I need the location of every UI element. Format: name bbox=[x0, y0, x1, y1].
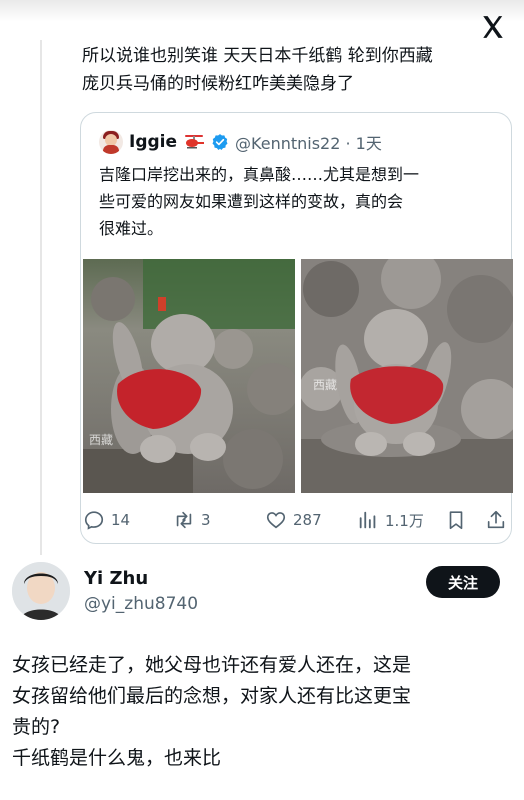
x-logo-icon[interactable] bbox=[480, 14, 506, 40]
reply-button[interactable]: 14 bbox=[83, 505, 130, 535]
user-name[interactable]: Yi Zhu bbox=[84, 568, 148, 589]
helicopter-icon bbox=[185, 135, 205, 149]
views-button[interactable]: 1.1万 bbox=[357, 505, 424, 535]
retweet-button[interactable]: 3 bbox=[173, 505, 211, 535]
heart-icon bbox=[266, 512, 286, 529]
photo-watermark: 西藏 bbox=[313, 378, 337, 392]
quote-text: 吉隆口岸挖出来的，真鼻酸……尤其是想到一 些可爱的网友如果遭到这样的变故，真的会… bbox=[99, 161, 499, 242]
photo-watermark: 西藏 bbox=[89, 433, 113, 447]
bookmark-icon bbox=[449, 511, 463, 530]
like-button[interactable]: 287 bbox=[265, 505, 322, 535]
reply-text: 所以说谁也别笑谁 天天日本千纸鹤 轮到你西藏 庞贝兵马俑的时候粉红咋美美隐身了 bbox=[82, 42, 502, 98]
bookmark-button[interactable] bbox=[445, 505, 467, 535]
retweet-count: 3 bbox=[201, 511, 211, 529]
avatar[interactable] bbox=[12, 562, 70, 620]
reply-icon bbox=[84, 511, 104, 530]
post-line: 贵的? bbox=[12, 716, 61, 738]
user-handle[interactable]: @yi_zhu8740 bbox=[84, 594, 198, 614]
post-line: 女孩留给他们最后的念想，对家人还有比这更宝 bbox=[12, 685, 412, 707]
quote-text-line: 吉隆口岸挖出来的，真鼻酸……尤其是想到一 bbox=[99, 165, 420, 184]
quoted-tweet[interactable]: Iggie @Kenntnis22 · 1天 吉隆口岸挖出来的，真鼻酸……尤其是… bbox=[80, 112, 513, 544]
user-row: Yi Zhu @yi_zhu8740 关注 bbox=[12, 560, 512, 624]
quote-text-line: 很难过。 bbox=[99, 219, 164, 238]
follow-button[interactable]: 关注 bbox=[426, 566, 500, 598]
quote-avatar[interactable] bbox=[99, 130, 123, 154]
reply-line: 所以说谁也别笑谁 天天日本千纸鹤 轮到你西藏 bbox=[82, 46, 433, 66]
quote-header: Iggie @Kenntnis22 · 1天 bbox=[99, 129, 382, 155]
share-icon bbox=[487, 510, 505, 529]
reply-line: 庞贝兵马俑的时候粉红咋美美隐身了 bbox=[82, 74, 354, 94]
views-count: 1.1万 bbox=[385, 511, 424, 530]
quote-text-line: 些可爱的网友如果遭到这样的变故，真的会 bbox=[99, 192, 404, 211]
thread-line bbox=[40, 40, 42, 555]
like-count: 287 bbox=[293, 511, 322, 529]
verified-badge-icon bbox=[212, 134, 228, 150]
tweet-actions: 14 3 287 1.1万 bbox=[81, 505, 511, 535]
post-line: 千纸鹤是什么鬼，也来比 bbox=[12, 747, 222, 769]
quote-photo-1[interactable]: 西藏 bbox=[83, 259, 295, 493]
views-icon bbox=[359, 511, 376, 529]
post-text: 女孩已经走了，她父母也许还有爱人还在，这是 女孩留给他们最后的念想，对家人还有比… bbox=[12, 650, 512, 774]
quote-author-name[interactable]: Iggie bbox=[129, 132, 177, 152]
blurred-header bbox=[0, 0, 524, 22]
retweet-icon bbox=[176, 511, 192, 529]
reply-count: 14 bbox=[111, 511, 131, 529]
post-line: 女孩已经走了，她父母也许还有爱人还在，这是 bbox=[12, 654, 412, 676]
quote-photo-2[interactable]: 西藏 bbox=[301, 259, 513, 493]
quote-handle-time[interactable]: @Kenntnis22 · 1天 bbox=[235, 130, 382, 154]
share-button[interactable] bbox=[485, 505, 507, 535]
